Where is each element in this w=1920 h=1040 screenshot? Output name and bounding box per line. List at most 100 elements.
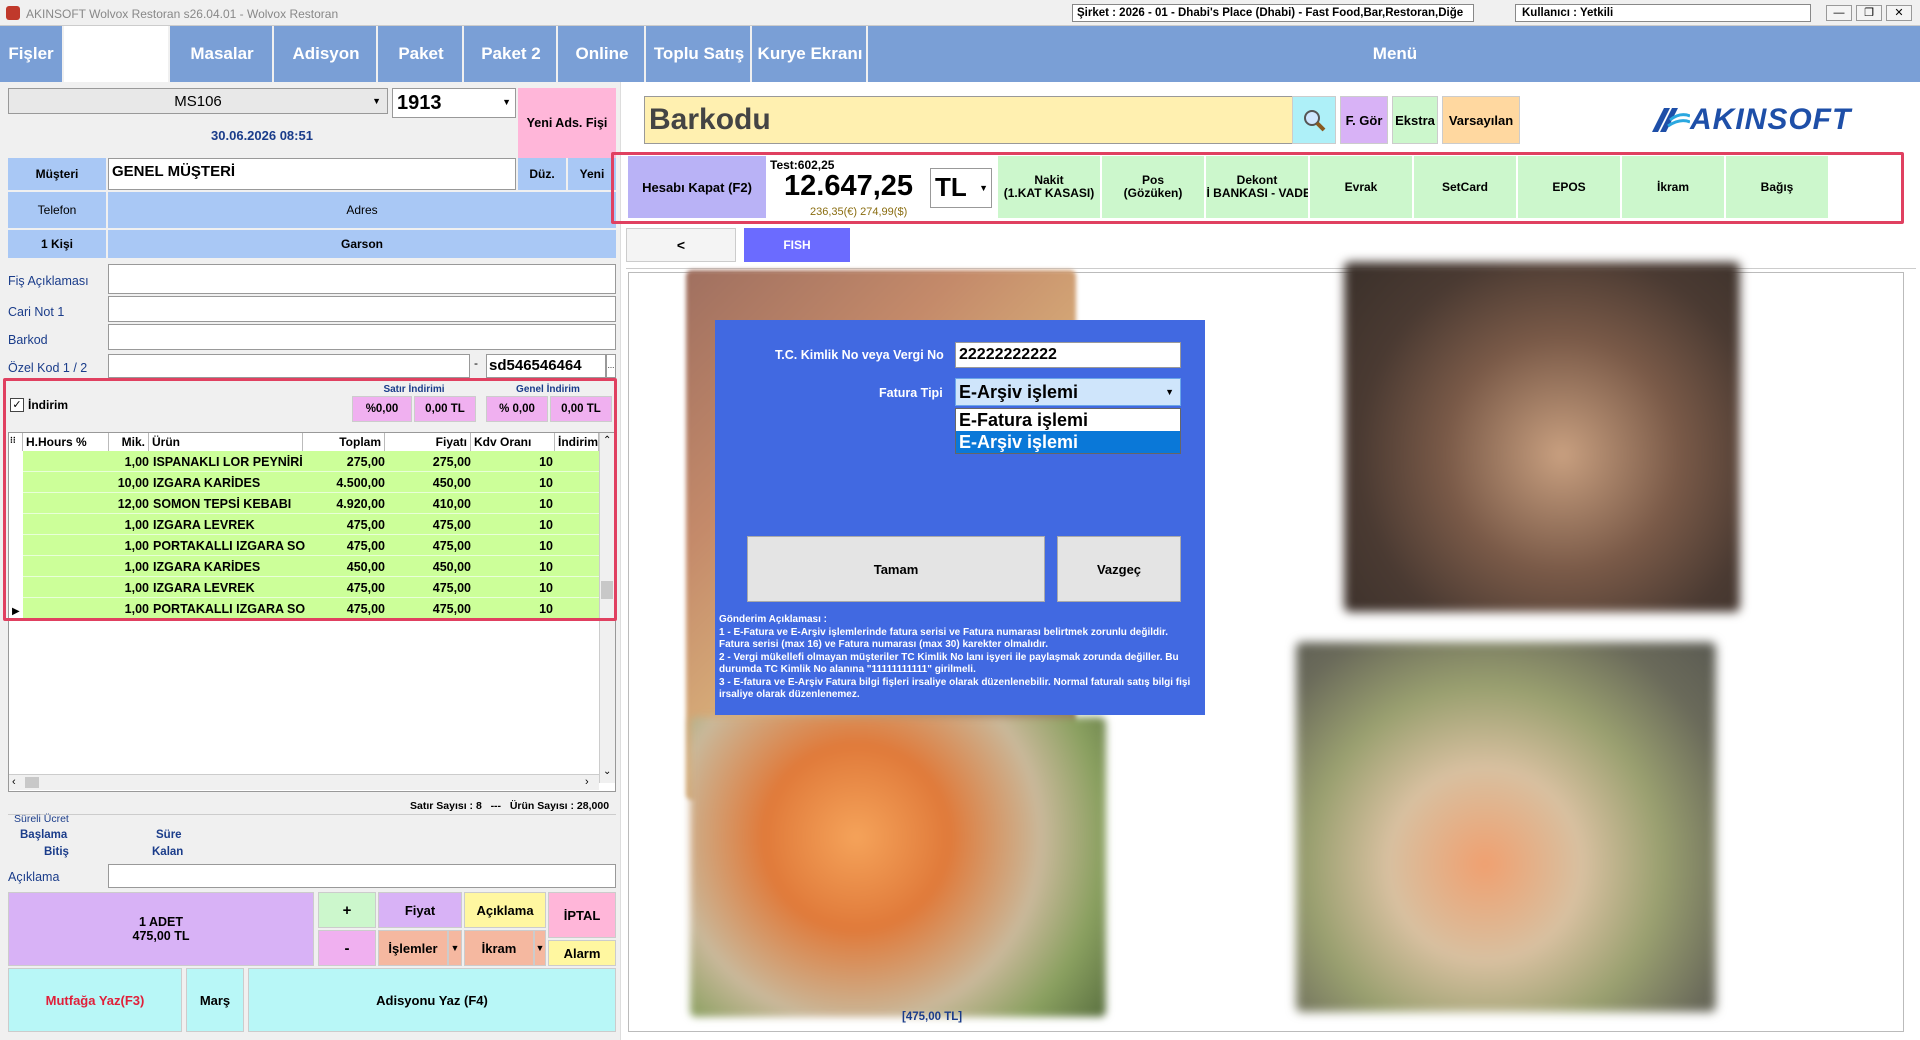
top-nav: Fişler Masalar Adisyon Paket Paket 2 Onl…: [0, 26, 1920, 82]
search-button[interactable]: [1292, 96, 1336, 144]
treat-button[interactable]: İkram: [464, 930, 534, 966]
description-button[interactable]: Açıklama: [464, 892, 546, 928]
nav-fisler[interactable]: Fişler: [0, 26, 64, 82]
grid-horizontal-scrollbar[interactable]: ‹ ›: [9, 774, 599, 790]
app-icon: [6, 6, 20, 20]
summary-qty: 1 ADET: [139, 915, 183, 929]
maximize-button[interactable]: ❐: [1856, 5, 1882, 21]
nav-online[interactable]: Online: [560, 26, 646, 82]
mars-button[interactable]: Marş: [186, 968, 244, 1032]
order-number-select[interactable]: 1913 ▼: [392, 88, 516, 118]
summary-price: 475,00 TL: [132, 929, 190, 943]
plus-button[interactable]: +: [318, 892, 376, 928]
note-2: 2 - Vergi mükellefi olmayan müşteriler T…: [719, 651, 1179, 676]
barcode-input[interactable]: Barkodu: [644, 96, 1310, 144]
barcode-field[interactable]: [108, 324, 616, 350]
product-price-tag: [475,00 TL]: [902, 1011, 963, 1023]
end-label: Bitiş: [44, 846, 69, 858]
product-tile-2[interactable]: [690, 717, 1106, 1017]
back-button[interactable]: <: [626, 228, 736, 262]
order-number: 1913: [397, 92, 442, 114]
customer-field[interactable]: GENEL MÜŞTERİ: [108, 158, 516, 190]
cancel-dialog-button[interactable]: Vazgeç: [1057, 536, 1181, 602]
window-title: AKINSOFT Wolvox Restoran s26.04.01 - Wol…: [26, 7, 339, 21]
nav-blank-field[interactable]: [64, 26, 170, 82]
search-icon: [1304, 110, 1326, 132]
price-button[interactable]: Fiyat: [378, 892, 462, 928]
logo-text: AKINSOFT: [1690, 103, 1852, 136]
akinsoft-logo: AKINSOFT: [1650, 100, 1851, 140]
note-title: Gönderim Açıklaması :: [719, 614, 827, 625]
barcode-label: Barkod: [8, 333, 48, 347]
nav-kurye[interactable]: Kurye Ekranı: [754, 26, 868, 82]
title-bar: AKINSOFT Wolvox Restoran s26.04.01 - Wol…: [0, 0, 1920, 26]
invoice-type-value: E-Arşiv işlemi: [959, 382, 1079, 402]
kitchen-print-button[interactable]: Mutfağa Yaz(F3): [8, 968, 182, 1032]
varsayilan-button[interactable]: Varsayılan: [1442, 96, 1520, 144]
new-customer-button[interactable]: Yeni: [568, 158, 616, 190]
description-label: Açıklama: [8, 870, 60, 884]
grid-counts: Satır Sayısı : 8 --- Ürün Sayısı : 28,00…: [410, 800, 609, 812]
ekstra-button[interactable]: Ekstra: [1392, 96, 1438, 144]
nav-paket[interactable]: Paket: [380, 26, 464, 82]
special-code-browse-button[interactable]: ...: [606, 354, 616, 378]
edit-customer-button[interactable]: Düz.: [518, 158, 566, 190]
nav-paket2[interactable]: Paket 2: [466, 26, 558, 82]
special-code-1[interactable]: [108, 354, 470, 378]
special-code-2[interactable]: sd546546464: [486, 354, 606, 378]
waiter-button[interactable]: Garson: [108, 230, 616, 258]
payment-highlight: [611, 152, 1904, 224]
count-separator: ---: [490, 800, 502, 812]
scroll-right-icon[interactable]: ›: [585, 776, 589, 788]
nav-toplu-satis[interactable]: Toplu Satış: [648, 26, 752, 82]
option-e-fatura[interactable]: E-Fatura işlemi: [956, 409, 1180, 431]
invoice-type-select[interactable]: E-Arşiv işlemi ▼: [955, 378, 1181, 406]
product-tile-3[interactable]: [1344, 262, 1740, 612]
nav-adisyon[interactable]: Adisyon: [276, 26, 378, 82]
operations-dropdown-icon[interactable]: ▼: [448, 930, 462, 966]
minimize-button[interactable]: —: [1826, 5, 1852, 21]
scroll-left-icon[interactable]: ‹: [12, 776, 16, 788]
selected-item-summary: 1 ADET 475,00 TL: [8, 892, 314, 966]
address-label[interactable]: Adres: [108, 192, 616, 228]
akinsoft-logo-icon: [1652, 108, 1690, 132]
table-select[interactable]: MS106 ▼: [8, 88, 388, 114]
invoice-dialog: T.C. Kimlik No veya Vergi No 22222222222…: [715, 320, 1205, 715]
company-field: Şirket : 2026 - 01 - Dhabi's Place (Dhab…: [1072, 4, 1474, 22]
product-tile-4[interactable]: [1296, 642, 1716, 1012]
alarm-button[interactable]: Alarm: [548, 940, 616, 966]
ok-button[interactable]: Tamam: [747, 536, 1045, 602]
cancel-item-button[interactable]: İPTAL: [548, 892, 616, 938]
discount-grid-highlight: [3, 378, 617, 621]
operations-button[interactable]: İşlemler: [378, 930, 448, 966]
persons-button[interactable]: 1 Kişi: [8, 230, 106, 258]
treat-dropdown-icon[interactable]: ▼: [534, 930, 546, 966]
timed-fee-section: [8, 814, 616, 844]
note-label: Fiş Açıklaması: [8, 274, 89, 288]
special-code-dash: -: [474, 356, 478, 370]
product-count: Ürün Sayısı : 28,000: [509, 800, 610, 812]
category-fish[interactable]: FISH: [744, 228, 850, 262]
write-bill-button[interactable]: Adisyonu Yaz (F4): [248, 968, 616, 1032]
phone-label: Telefon: [8, 192, 106, 228]
minus-button[interactable]: -: [318, 930, 376, 966]
new-slip-button[interactable]: Yeni Ads. Fişi: [518, 88, 616, 158]
option-e-arsiv[interactable]: E-Arşiv işlemi: [956, 431, 1180, 453]
nav-menu[interactable]: Menü: [870, 26, 1920, 82]
note-1: 1 - E-Fatura ve E-Arşiv işlemlerinde fat…: [719, 626, 1169, 651]
description-field[interactable]: [108, 864, 616, 888]
chevron-down-icon: ▼: [1165, 387, 1174, 397]
nav-masalar[interactable]: Masalar: [172, 26, 274, 82]
scroll-down-icon[interactable]: ⌄: [603, 766, 611, 777]
hscroll-thumb[interactable]: [25, 777, 39, 788]
tc-input[interactable]: 22222222222: [955, 342, 1181, 368]
note-field[interactable]: [108, 264, 616, 294]
note-3: 3 - E-fatura ve E-Arşiv Fatura bilgi fiş…: [719, 676, 1191, 701]
close-button[interactable]: ✕: [1886, 5, 1912, 21]
f-gor-button[interactable]: F. Gör: [1340, 96, 1388, 144]
invoice-type-dropdown: E-Fatura işlemi E-Arşiv işlemi: [955, 408, 1181, 454]
invoice-type-label: Fatura Tipi: [879, 386, 943, 400]
customer-label: Müşteri: [8, 158, 106, 190]
order-datetime: 30.06.2026 08:51: [211, 128, 313, 143]
cari-note-field[interactable]: [108, 296, 616, 322]
